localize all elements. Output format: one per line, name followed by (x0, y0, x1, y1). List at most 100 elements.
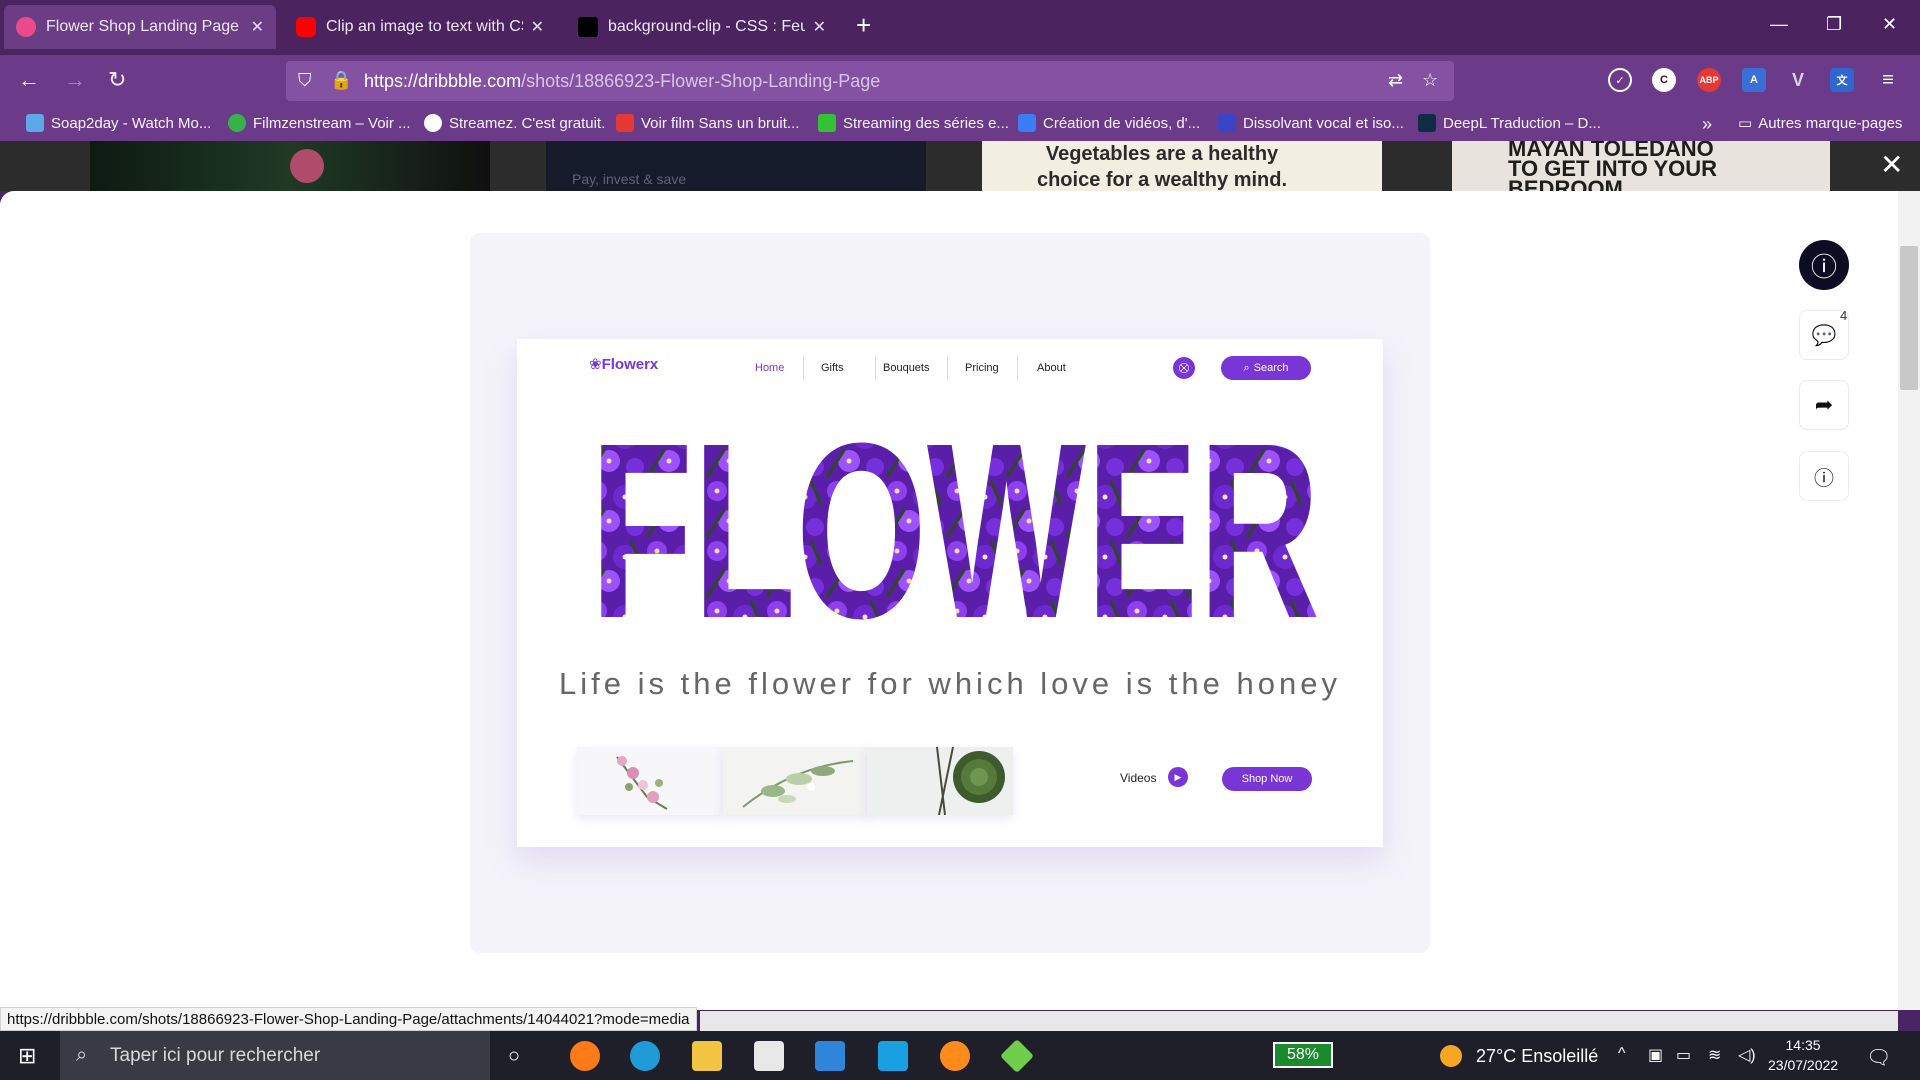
battery-indicator[interactable]: 58% (1273, 1042, 1333, 1068)
menu-icon[interactable]: ≡ (1876, 68, 1900, 92)
horizontal-scrollbar[interactable] (700, 1011, 1898, 1031)
taskbar-search[interactable]: ⌕ Taper ici pour rechercher (60, 1031, 490, 1080)
clock[interactable]: 14:35 23/07/2022 (1768, 1035, 1838, 1075)
forward-icon[interactable]: → (64, 67, 86, 93)
close-window-icon[interactable]: ✕ (1882, 14, 1897, 35)
bookmark-favicon-icon (1018, 114, 1036, 132)
background-shots-strip: Pay, invest & save Vegetables are a heal… (0, 141, 1920, 191)
pocket-icon[interactable]: ✓ (1608, 68, 1632, 92)
lotus-icon: ❀ (589, 356, 602, 373)
edge-icon[interactable] (630, 1041, 660, 1071)
adblock-icon[interactable]: ABP (1697, 68, 1721, 92)
product-card-succulent (867, 747, 1013, 815)
videos-label: Videos (1120, 771, 1157, 785)
bookmark-star-icon[interactable]: ☆ (1422, 70, 1438, 91)
orange-app-icon[interactable] (940, 1041, 970, 1071)
product-card-pink-flowers (577, 747, 723, 815)
tab-clip-image[interactable]: Clip an image to text with CSS ✕ (284, 5, 556, 49)
bookmark-favicon-icon (616, 114, 634, 132)
bookmark-item[interactable]: Streaming des séries e... (818, 114, 1009, 132)
google-translate-icon[interactable]: 文 (1830, 68, 1854, 92)
notifications-icon[interactable]: 🗨 (1866, 1045, 1891, 1070)
nav-bouquets: Bouquets (883, 362, 930, 374)
green-leaves-image (723, 747, 869, 815)
bookmark-item[interactable]: Soap2day - Watch Mo... (26, 114, 211, 132)
close-modal-icon[interactable]: ✕ (1880, 148, 1903, 181)
pink-flowers-image (577, 747, 723, 815)
c-extension-icon[interactable]: C (1652, 68, 1676, 92)
thumbnail-text: MAYAN TOLEDANO TO GET INTO YOUR BEDROOM (1508, 141, 1718, 191)
bookmark-item[interactable]: Filmzenstream – Voir ... (228, 114, 411, 132)
bookmark-favicon-icon (818, 114, 836, 132)
weather-widget[interactable]: 27°C Ensoleillé (1440, 1045, 1598, 1067)
bookmark-favicon-icon (1418, 114, 1436, 132)
bookmark-item[interactable]: DeepL Traduction – D... (1418, 114, 1601, 132)
tab-flower-shop[interactable]: Flower Shop Landing Page ✕ (4, 5, 276, 49)
l-app-icon[interactable] (878, 1041, 908, 1071)
clock-date: 23/07/2022 (1768, 1057, 1839, 1073)
meet-now-icon[interactable]: ▣ (1648, 1045, 1663, 1065)
folder-icon: ▭ (1738, 115, 1753, 132)
dribbble-icon (16, 17, 36, 37)
tagline: Life is the flower for which love is the… (559, 666, 1341, 701)
close-tab-icon[interactable]: ✕ (813, 17, 826, 37)
shield-icon[interactable]: ⛉ (298, 70, 312, 91)
gitkraken-icon[interactable] (1000, 1039, 1034, 1073)
back-icon[interactable]: ← (18, 67, 40, 93)
scrollbar-thumb[interactable] (1900, 246, 1918, 390)
file-explorer-icon[interactable] (692, 1041, 722, 1071)
lock-icon[interactable]: 🔒 (330, 70, 352, 91)
status-bar-url: https://dribbble.com/shots/18866923-Flow… (0, 1007, 697, 1031)
new-tab-button[interactable]: + (856, 10, 871, 41)
reload-icon[interactable]: ↻ (108, 67, 126, 93)
task-view-icon[interactable]: ○ (508, 1045, 520, 1068)
info-icon[interactable]: ⓘ (1799, 451, 1849, 501)
bookmark-item[interactable]: Streamez. C'est gratuit. (424, 114, 605, 132)
wifi-icon[interactable]: ≋ (1708, 1045, 1721, 1065)
background-thumbnail[interactable] (90, 141, 490, 191)
flower-thumbnail-shape (290, 149, 324, 183)
sun-icon (1440, 1045, 1462, 1067)
mail-icon[interactable] (815, 1041, 845, 1071)
background-thumbnail[interactable]: MAYAN TOLEDANO TO GET INTO YOUR BEDROOM (1452, 141, 1830, 191)
more-bookmarks-icon[interactable]: » (1702, 114, 1712, 135)
background-thumbnail[interactable]: Vegetables are a healthy choice for a we… (982, 141, 1382, 191)
shot-image-landing-page[interactable]: ❀Flowerx Home Gifts Bouquets Pricing Abo… (517, 339, 1383, 847)
succulent-image (867, 747, 1013, 815)
nav-divider (875, 355, 876, 381)
background-thumbnail[interactable]: Pay, invest & save (546, 141, 926, 191)
shop-now-button: Shop Now (1222, 767, 1312, 791)
nav-pricing: Pricing (965, 362, 999, 374)
brand-logo: ❀Flowerx (589, 356, 659, 373)
clock-time: 14:35 (1785, 1037, 1821, 1053)
volume-icon[interactable]: ◁) (1738, 1045, 1756, 1065)
mdn-icon (578, 17, 598, 37)
search-icon: ⌕ (1243, 361, 1250, 374)
search-icon: ⌕ (76, 1044, 88, 1066)
restore-icon[interactable]: ❐ (1826, 14, 1842, 35)
translate-extension-icon[interactable]: A (1742, 68, 1766, 92)
bookmark-item[interactable]: Création de vidéos, d'... (1018, 114, 1200, 132)
windows-start-icon[interactable]: ⊞ (18, 1043, 36, 1069)
firefox-icon[interactable] (570, 1041, 600, 1071)
v-extension-icon[interactable]: V (1786, 68, 1810, 92)
designer-avatar-icon[interactable]: ⓘ (1799, 240, 1849, 290)
bookmark-item[interactable]: Dissolvant vocal et iso... (1218, 114, 1404, 132)
minimize-icon[interactable]: — (1770, 14, 1788, 35)
nav-divider (947, 355, 948, 381)
tab-strip: Flower Shop Landing Page ✕ Clip an image… (0, 0, 1920, 55)
store-icon[interactable] (754, 1041, 784, 1071)
battery-tray-icon[interactable]: ▭ (1676, 1045, 1691, 1065)
bookmark-favicon-icon (228, 114, 246, 132)
chevron-up-icon[interactable]: ^ (1618, 1045, 1626, 1063)
tab-title: background-clip - CSS : Feuilles (608, 18, 805, 35)
address-bar[interactable]: ⛉ 🔒 https://dribbble.com/shots/18866923-… (286, 61, 1454, 101)
translate-icon[interactable]: ⇄ (1388, 70, 1403, 91)
hero-word-text: FLOWER (590, 419, 1320, 629)
share-icon[interactable]: ➦ (1799, 380, 1849, 430)
bookmark-item[interactable]: Voir film Sans un bruit... (616, 114, 799, 132)
close-tab-icon[interactable]: ✕ (251, 17, 264, 37)
other-bookmarks-folder[interactable]: ▭ Autres marque-pages (1738, 114, 1902, 133)
close-tab-icon[interactable]: ✕ (531, 17, 544, 37)
tab-background-clip[interactable]: background-clip - CSS : Feuilles ✕ (566, 5, 838, 49)
